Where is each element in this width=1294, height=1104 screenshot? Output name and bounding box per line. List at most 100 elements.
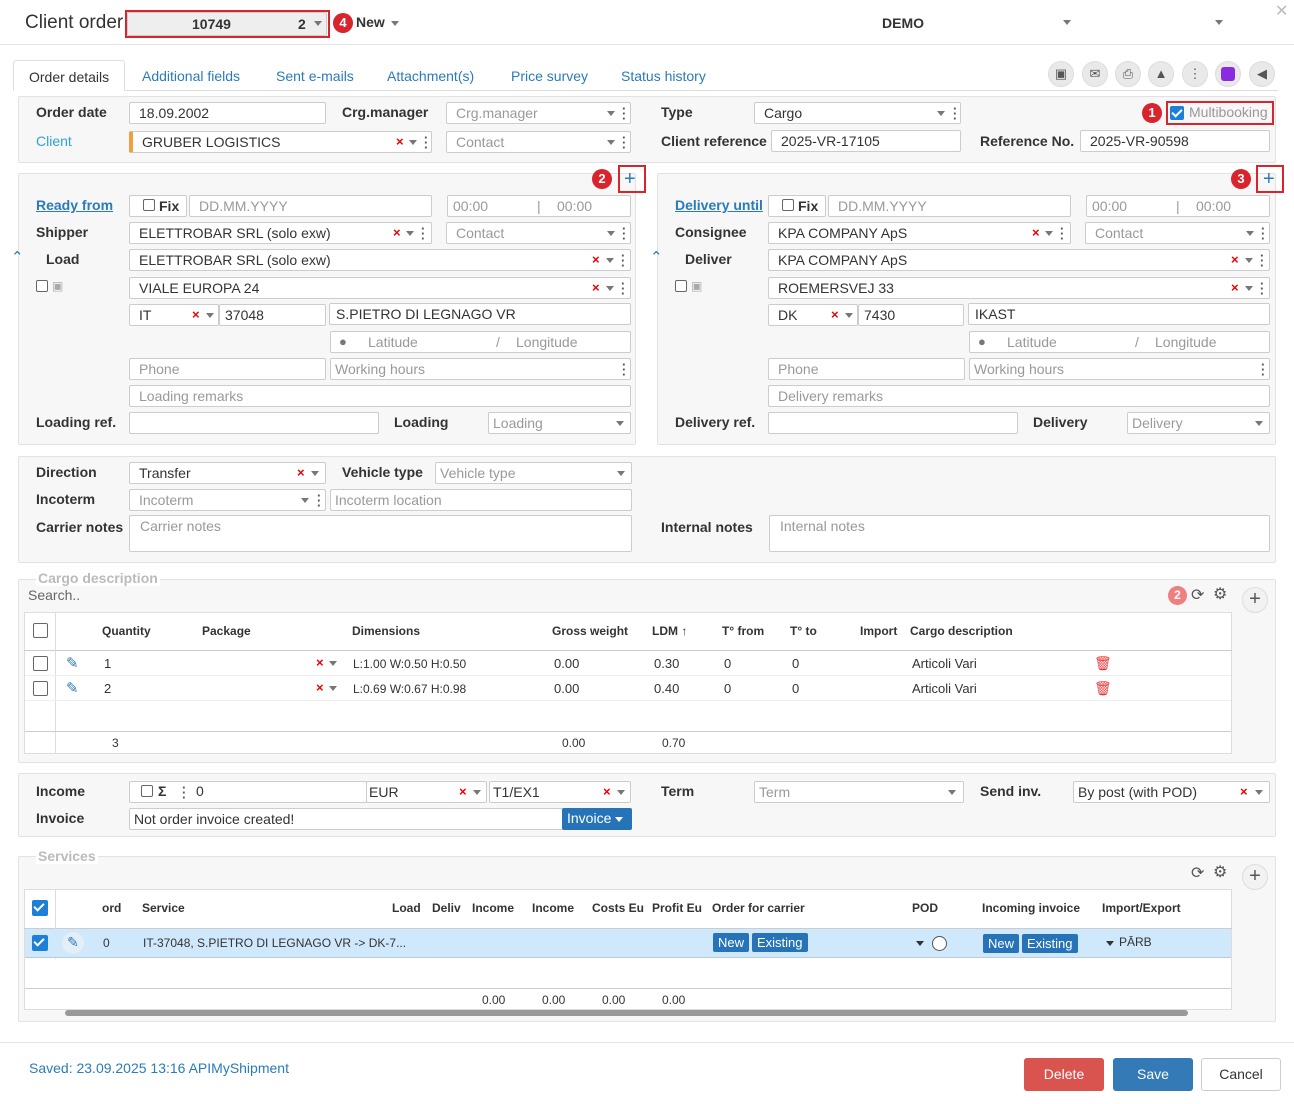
tab-sent-emails[interactable]: Sent e-mails [276,60,354,91]
order-date-field[interactable]: 18.09.2002 [129,102,326,124]
column-header[interactable]: Order for carrier [712,901,805,915]
road-icon[interactable]: ▲ [1148,61,1174,87]
clear-icon[interactable]: × [393,225,401,240]
row-checkbox[interactable] [33,656,48,671]
table-row[interactable] [25,676,1231,701]
pod-status-icon[interactable] [932,936,947,951]
client-label[interactable]: Client [36,133,72,149]
existing-carrier-order-button[interactable]: Existing [752,933,808,952]
column-header[interactable]: Costs Eu [592,901,644,915]
edit-icon[interactable]: ✎ [66,679,79,697]
column-header[interactable]: T° to [790,624,817,638]
delivery-type-field[interactable]: Delivery [1127,412,1270,434]
deliver-city-field[interactable]: IKAST [968,303,1270,325]
column-header[interactable]: Load [392,901,421,915]
load-phone-field[interactable]: Phone [129,358,326,380]
invoice-button[interactable]: Invoice [562,808,632,830]
ready-from-link[interactable]: Ready from [36,197,113,213]
deliver-zip-field[interactable]: 7430 [858,304,964,326]
deliver-coordinates-field[interactable]: ● Latitude / Longitude [969,331,1270,353]
loading-type-field[interactable]: Loading [488,412,631,434]
incoterm-location-field[interactable]: Incoterm location [330,489,632,511]
horizontal-scrollbar[interactable] [65,1010,1188,1016]
tab-additional-fields[interactable]: Additional fields [142,60,240,91]
save-icon[interactable]: ▣ [1048,61,1074,87]
cancel-button[interactable]: Cancel [1201,1058,1281,1091]
clear-icon[interactable]: × [592,252,600,267]
vehicle-type-field[interactable]: Vehicle type [435,462,632,484]
shipper-field[interactable]: ELETTROBAR SRL (solo exw) × · · · [129,222,432,244]
add-service-button[interactable]: + [1242,864,1268,890]
column-header[interactable]: T° from [722,624,764,638]
fix-checkbox[interactable] [782,199,794,211]
refresh-icon[interactable]: ⟳ [1191,863,1204,883]
deliver-save-checkbox[interactable] [675,280,687,292]
currency-field[interactable]: EUR × [366,781,487,803]
save-icon[interactable]: ▣ [691,279,702,293]
consignee-contact-field[interactable]: Contact · · · [1085,222,1270,244]
incoterm-field[interactable]: Incoterm · · · [129,489,326,511]
income-field[interactable]: Σ · · · 0 [129,781,367,803]
row-checkbox[interactable] [33,681,48,696]
load-working-hours-field[interactable]: Working hours · · · [330,358,631,380]
save-icon[interactable]: ▣ [52,279,63,293]
table-row[interactable] [25,651,1231,676]
user-dropdown-icon[interactable] [1215,20,1223,25]
clear-icon[interactable]: × [1231,280,1239,295]
reference-no-field[interactable]: 2025-VR-90598 [1080,130,1270,152]
gear-icon[interactable]: ⚙ [1213,862,1227,882]
tab-order-details[interactable]: Order details [13,60,126,91]
edit-icon[interactable]: ✎ [66,654,79,672]
delivery-remarks-field[interactable]: Delivery remarks [768,385,1270,407]
client-field[interactable]: GRUBER LOGISTICS × · · · [129,131,432,153]
shipper-contact-field[interactable]: Contact · · · [446,222,631,244]
income-checkbox[interactable] [141,785,153,797]
chevron-down-icon[interactable] [916,941,924,946]
term-field[interactable]: Term [754,781,964,803]
column-header[interactable]: Income E [532,901,576,915]
deliver-address-field[interactable]: ROEMERSVEJ 33 × · · · [768,277,1270,299]
select-all-checkbox[interactable] [33,623,48,638]
clear-icon[interactable]: × [831,307,839,322]
deliver-location-field[interactable]: KPA COMPANY ApS × · · · [768,249,1270,271]
refresh-icon[interactable]: ⟳ [1191,585,1204,605]
column-header[interactable]: Service [142,901,185,915]
fix-checkbox[interactable] [143,199,155,211]
column-header[interactable]: ord [102,901,121,915]
select-all-checkbox[interactable] [32,900,48,916]
existing-invoice-button[interactable]: Existing [1022,934,1078,953]
delivery-fix-field[interactable]: Fix [768,195,826,217]
clear-icon[interactable]: × [396,134,404,149]
client-reference-field[interactable]: 2025-VR-17105 [771,130,961,152]
loading-remarks-field[interactable]: Loading remarks [129,385,631,407]
collapse-icon[interactable]: ⌃ [650,248,663,266]
load-address-field[interactable]: VIALE EUROPA 24 × · · · [129,277,631,299]
edit-icon[interactable]: ✎ [62,932,84,954]
ready-time-field[interactable]: 00:00 | 00:00 [447,195,631,217]
tab-price-survey[interactable]: Price survey [511,60,588,91]
load-zip-field[interactable]: 37048 [219,304,326,326]
more-icon[interactable]: ⋮ [1182,61,1208,87]
column-header[interactable]: Cargo description [910,624,1013,638]
deliver-working-hours-field[interactable]: Working hours · · · [969,358,1270,380]
deliver-country-field[interactable]: DK × [768,304,858,326]
company-dropdown-icon[interactable] [1063,20,1071,25]
delivery-date-field[interactable]: DD.MM.YYYY [828,195,1071,217]
client-contact-field[interactable]: Contact · · · [446,131,631,153]
send-invoice-field[interactable]: By post (with POD) × [1073,781,1270,803]
clear-icon[interactable]: × [1032,225,1040,240]
ready-date-field[interactable]: DD.MM.YYYY [189,195,432,217]
load-save-checkbox[interactable] [36,280,48,292]
loading-ref-field[interactable] [129,412,379,434]
new-carrier-order-button[interactable]: New [713,933,750,952]
column-header[interactable]: Gross weight [552,624,628,638]
clear-icon[interactable]: × [316,655,324,670]
collapse-icon[interactable]: ⌃ [11,248,24,266]
column-header[interactable]: Deliv [432,901,461,915]
chevron-down-icon[interactable] [1106,941,1114,946]
clear-icon[interactable]: × [459,784,467,799]
tab-attachments[interactable]: Attachment(s) [387,60,474,91]
crg-manager-field[interactable]: Crg.manager · · · [446,102,631,124]
new-invoice-button[interactable]: New [983,934,1020,953]
consignee-field[interactable]: KPA COMPANY ApS × · · · [768,222,1071,244]
